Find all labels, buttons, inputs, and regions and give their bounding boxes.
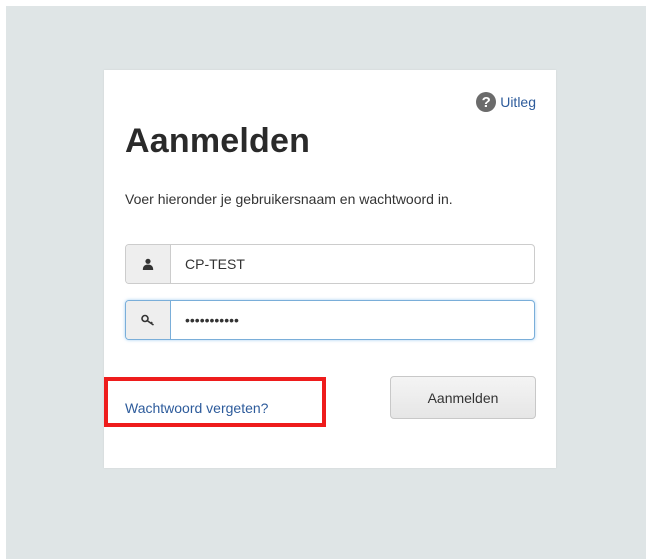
user-icon [126,245,171,283]
key-icon [126,301,171,339]
login-button[interactable]: Aanmelden [390,376,536,419]
question-circle-icon: ? [476,92,497,112]
help-link[interactable]: ? Uitleg [476,92,536,112]
forgot-password-link[interactable]: Wachtwoord vergeten? [125,400,268,416]
password-field [125,300,535,340]
username-input[interactable] [171,245,534,283]
page-title: Aanmelden [125,122,311,160]
password-input[interactable] [171,301,534,339]
username-field [125,244,535,284]
help-label: Uitleg [500,94,536,110]
login-instructions: Voer hieronder je gebruikersnaam en wach… [125,191,453,207]
login-panel: ? Uitleg Aanmelden Voer hieronder je geb… [104,70,556,468]
